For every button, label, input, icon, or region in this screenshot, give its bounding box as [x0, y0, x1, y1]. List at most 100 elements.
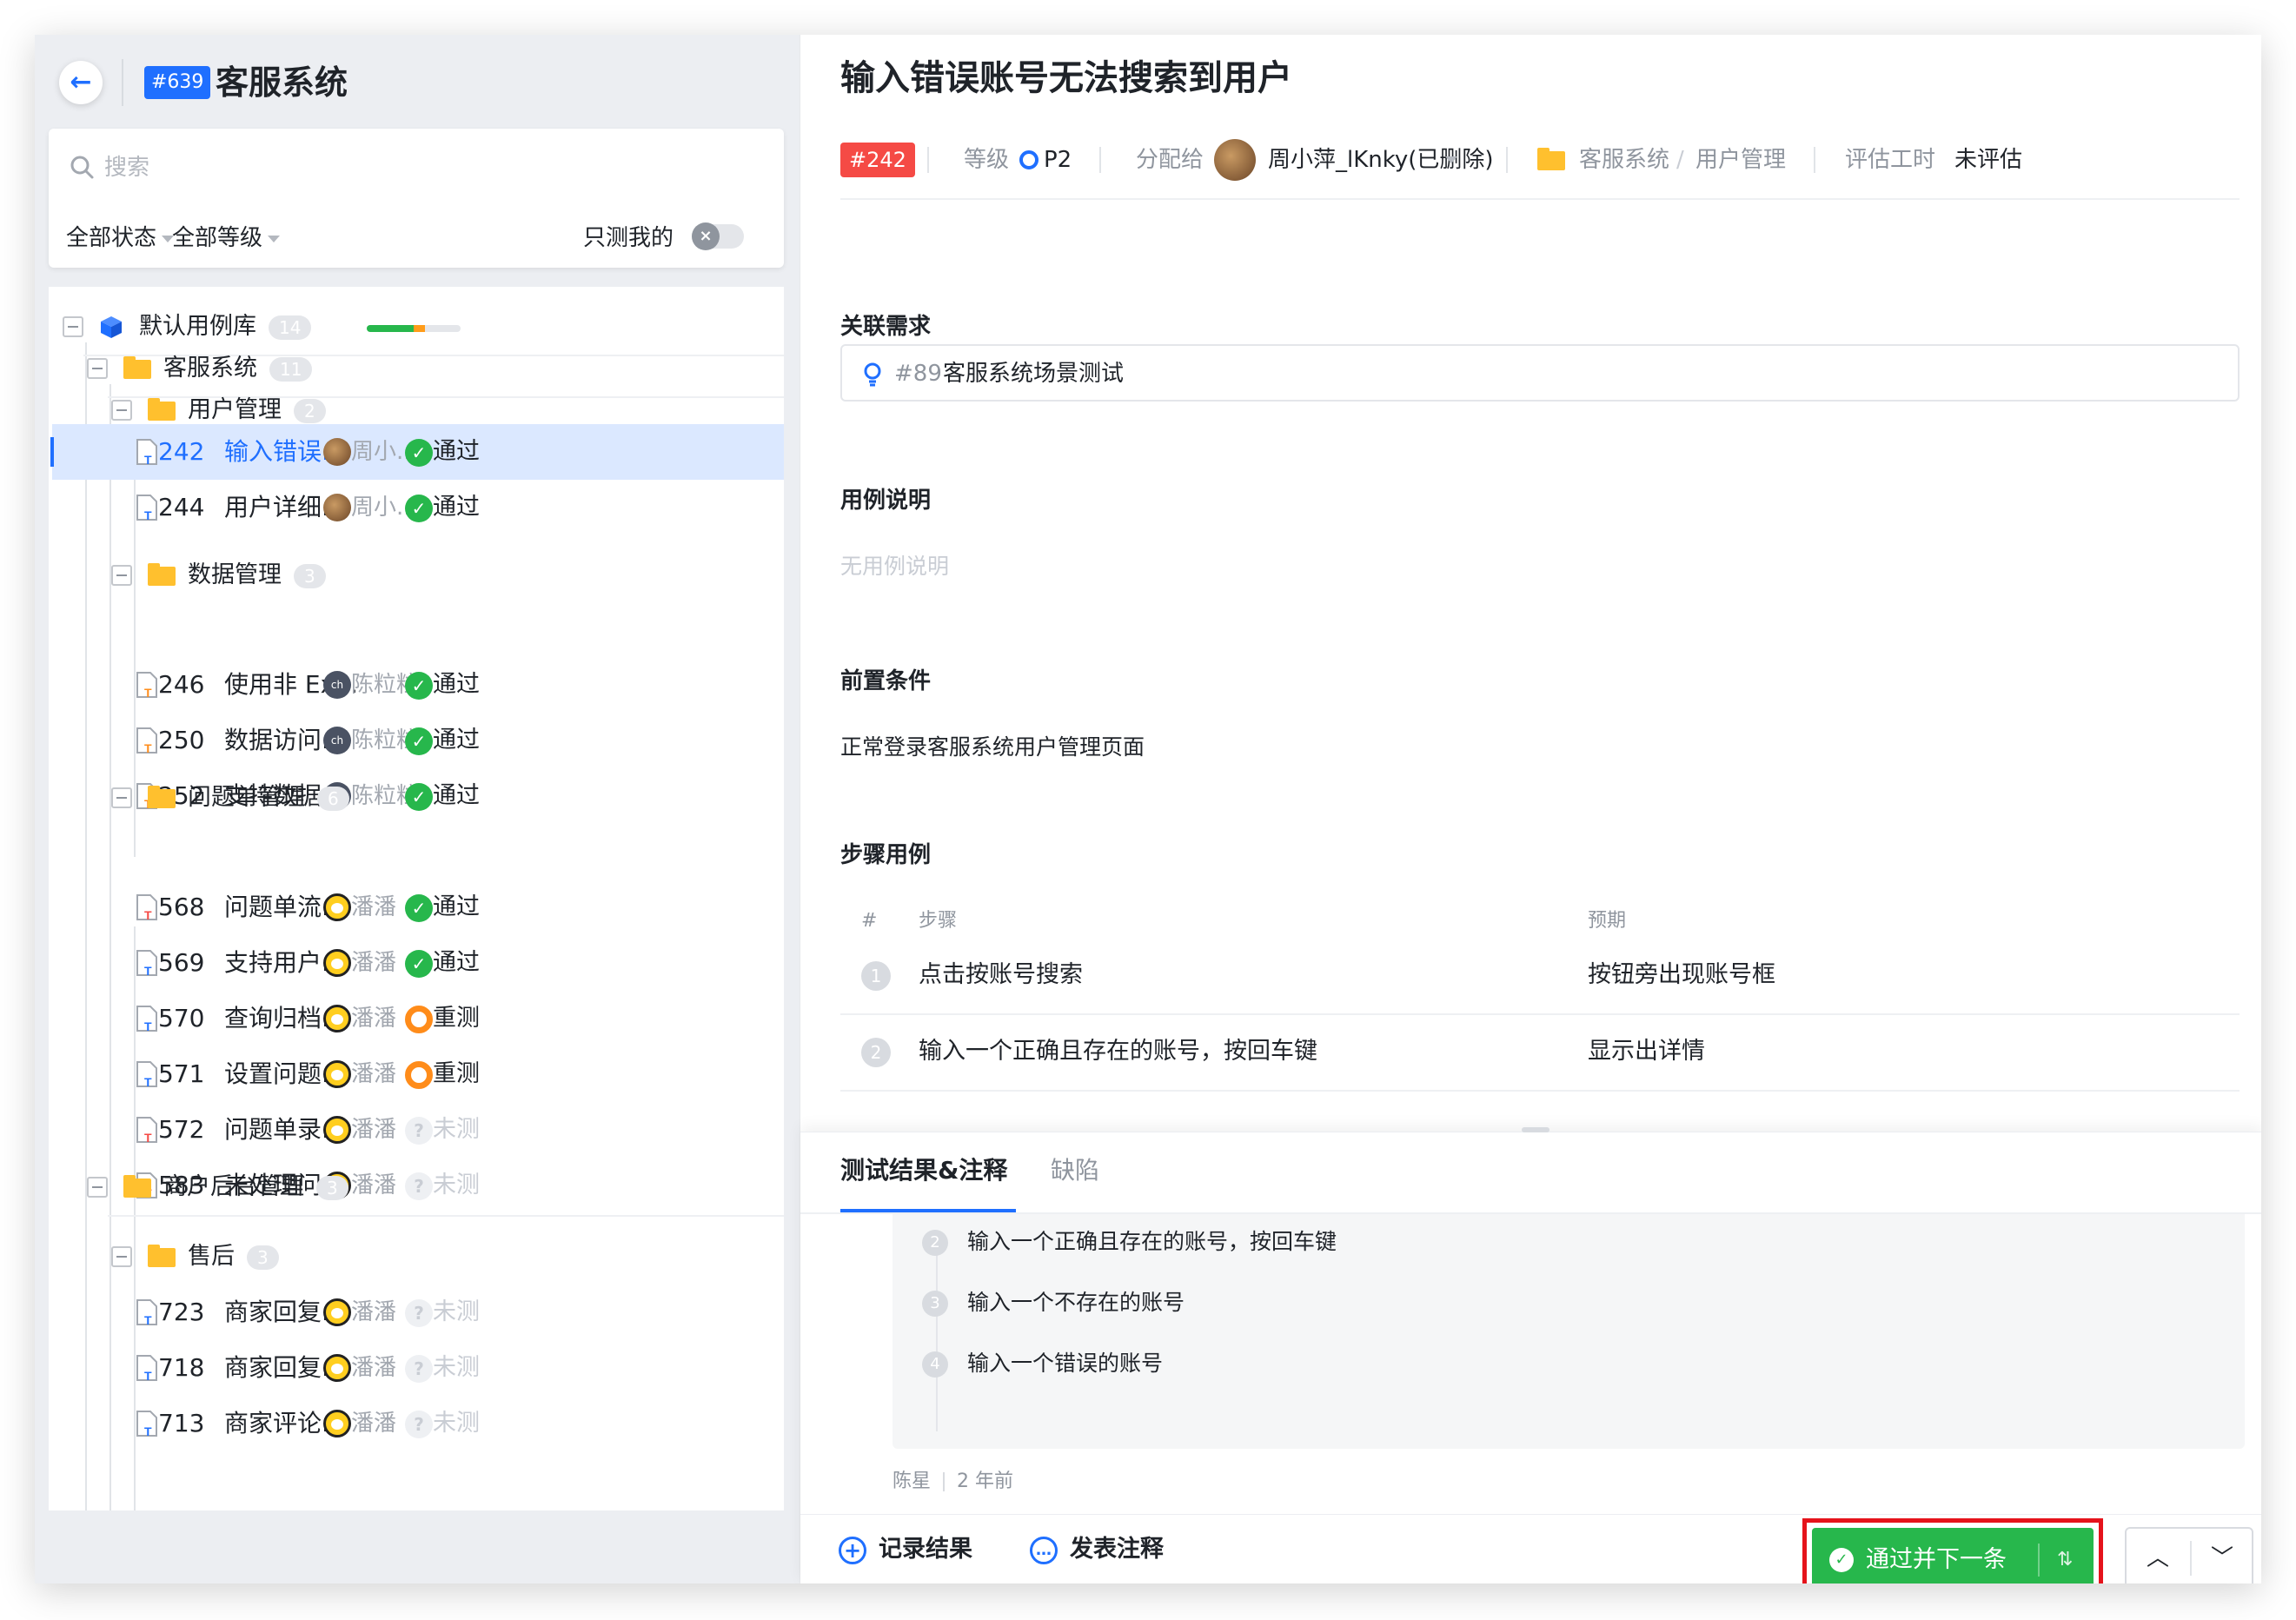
- level-filter-dropdown[interactable]: 全部等级: [172, 222, 281, 254]
- status-filter-dropdown[interactable]: 全部状态: [66, 222, 175, 254]
- group-label: 用户管理 2: [188, 394, 326, 427]
- timeline-line: [936, 1232, 938, 1431]
- case-status: 重测: [433, 1005, 480, 1032]
- test-case-row[interactable]: T 571 设置问题... 潘潘 重测: [136, 1046, 784, 1102]
- case-tree: 默认用例库 14 客服系统 11 用户管理 2 T 242 输入错误... 周小…: [49, 287, 784, 1510]
- test-case-row[interactable]: T 250 数据访问... ch 陈粒粒 ✓ 通过: [136, 713, 784, 768]
- search-input[interactable]: [104, 148, 626, 186]
- test-case-row[interactable]: T 713 商家评论... 潘潘? 未测: [136, 1396, 784, 1451]
- test-case-row[interactable]: T 244 用户详细... 周小... ✓ 通过: [136, 480, 784, 535]
- collapse-icon[interactable]: [111, 1246, 132, 1267]
- status-switch-icon[interactable]: ⇅: [2057, 1528, 2073, 1583]
- case-id: 570: [158, 1004, 205, 1032]
- test-case-row[interactable]: T 572 问题单录... 潘潘? 未测: [136, 1102, 784, 1158]
- result-card: 2 输入一个正确且存在的账号，按回车键 3 输入一个不存在的账号 4 输入一个错误的账…: [893, 1214, 2245, 1449]
- test-case-row[interactable]: T 718 商家回复... 潘潘? 未测: [136, 1340, 784, 1396]
- linked-requirement[interactable]: #89 客服系统场景测试: [840, 344, 2240, 402]
- count-badge: 2: [294, 398, 326, 423]
- divider: [2190, 1541, 2192, 1576]
- close-icon: ×: [692, 222, 720, 250]
- case-id: 718: [158, 1353, 205, 1382]
- test-case-row[interactable]: T 568 问题单流... 潘潘 ✓ 通过: [136, 880, 784, 935]
- collapse-icon[interactable]: [111, 787, 132, 808]
- question-circle-icon: ?: [405, 1299, 433, 1327]
- drag-handle[interactable]: [1522, 1127, 1549, 1132]
- divider: [1814, 147, 1815, 173]
- post-comment-button[interactable]: … 发表注释: [1030, 1532, 1164, 1567]
- highlight-box: ✓ 通过并下一条 ⇅: [1802, 1518, 2103, 1583]
- step-text: 输入一个正确且存在的账号，按回车键: [919, 1038, 1317, 1065]
- collapse-icon[interactable]: [111, 400, 132, 421]
- project-name: 客服系统: [216, 63, 348, 102]
- tree-group-data-management[interactable]: 数据管理 3: [49, 548, 784, 603]
- result-step: 4 输入一个错误的账号: [922, 1346, 1163, 1381]
- test-case-row[interactable]: T 242 输入错误... 周小... ✓ 通过: [52, 424, 784, 480]
- pass-and-next-button[interactable]: ✓ 通过并下一条 ⇅: [1812, 1528, 2094, 1583]
- case-status: 通过: [433, 727, 480, 754]
- test-case-row[interactable]: T 569 支持用户... 潘潘 ✓ 通过: [136, 935, 784, 991]
- result-time: 2 年前: [957, 1471, 1014, 1492]
- step-expected: 显示出详情: [1588, 1038, 1705, 1065]
- back-arrow-icon[interactable]: ←: [59, 61, 103, 104]
- result-step-text: 输入一个不存在的账号: [967, 1290, 1185, 1315]
- previous-case-button[interactable]: ︿: [2142, 1543, 2173, 1574]
- status-filter-label: 全部状态: [66, 225, 157, 251]
- path-child[interactable]: 用户管理: [1695, 139, 1786, 181]
- divider: [840, 198, 2240, 200]
- tab-bugs[interactable]: 缺陷: [1051, 1152, 1099, 1190]
- estimate-value[interactable]: 未评估: [1954, 139, 2022, 181]
- test-case-doc-icon: T: [136, 494, 158, 522]
- count-badge: 6: [317, 786, 349, 811]
- steps-col-step: 步骤: [919, 910, 958, 932]
- divider: [1506, 147, 1508, 173]
- count-badge: 3: [316, 1175, 348, 1200]
- chevron-down-icon[interactable]: [1445, 156, 1457, 163]
- priority-value[interactable]: P2: [1044, 139, 1072, 181]
- test-case-row[interactable]: T 246 使用非 Ex... ch 陈粒粒 ✓ 通过: [136, 657, 784, 713]
- record-result-button[interactable]: + 记录结果: [839, 1532, 972, 1567]
- test-case-doc-icon: T: [136, 438, 158, 467]
- next-case-button[interactable]: ﹀: [2206, 1543, 2238, 1574]
- collapse-icon[interactable]: [87, 1177, 108, 1198]
- level-label: 等级: [964, 147, 1010, 173]
- result-step-text: 输入一个错误的账号: [967, 1351, 1164, 1376]
- collapse-icon[interactable]: [87, 358, 108, 379]
- tab-test-results[interactable]: 测试结果&注释: [840, 1152, 1007, 1190]
- test-case-doc-icon: T: [136, 1410, 158, 1438]
- collapse-icon[interactable]: [63, 316, 83, 337]
- divider: [108, 1215, 784, 1217]
- step-row: 1 点击按账号搜索 按钮旁出现账号框: [840, 939, 2240, 1015]
- path-parent[interactable]: 客服系统: [1579, 139, 1669, 181]
- step-expected: 按钮旁出现账号框: [1588, 961, 1775, 988]
- assignee-name[interactable]: 周小萍_lKnky(已删除): [1268, 139, 1494, 181]
- only-mine-label: 只测我的: [583, 225, 674, 251]
- test-case-row[interactable]: T 723 商家回复... 潘潘? 未测: [136, 1285, 784, 1340]
- result-author: 陈星: [893, 1471, 932, 1492]
- case-status: 未测: [433, 1410, 480, 1437]
- section-title-steps: 步骤用例: [840, 842, 932, 868]
- steps-col-num: #: [861, 910, 878, 932]
- case-id: 572: [158, 1115, 205, 1144]
- svg-text:T: T: [144, 1131, 152, 1144]
- count-badge: 3: [294, 563, 326, 588]
- tree-group-after-sales[interactable]: 售后 3: [49, 1229, 784, 1285]
- only-mine-toggle[interactable]: ×: [692, 222, 744, 250]
- check-circle-icon: ✓: [405, 727, 433, 755]
- case-id-badge: #242: [840, 143, 915, 177]
- result-meta: 陈星 2 年前: [893, 1467, 1013, 1497]
- case-id: 250: [158, 726, 205, 754]
- test-case-doc-icon: T: [136, 727, 158, 755]
- tree-group-issue-management[interactable]: 问题单管理 6: [49, 770, 784, 826]
- section-title-requirement: 关联需求: [840, 314, 932, 340]
- avatar: [323, 1354, 351, 1382]
- test-case-doc-icon: T: [136, 1298, 158, 1327]
- svg-text:T: T: [144, 1424, 152, 1437]
- svg-text:T: T: [144, 1369, 152, 1382]
- group-name: 售后: [188, 1243, 235, 1270]
- lightbulb-icon: [864, 362, 881, 387]
- search-icon: [70, 156, 94, 179]
- collapse-icon[interactable]: [111, 565, 132, 586]
- test-case-row[interactable]: T 570 查询归档... 潘潘 重测: [136, 991, 784, 1046]
- case-id: 723: [158, 1298, 205, 1326]
- tree-group-merchant-admin[interactable]: 商户后台管理 3: [49, 1159, 784, 1215]
